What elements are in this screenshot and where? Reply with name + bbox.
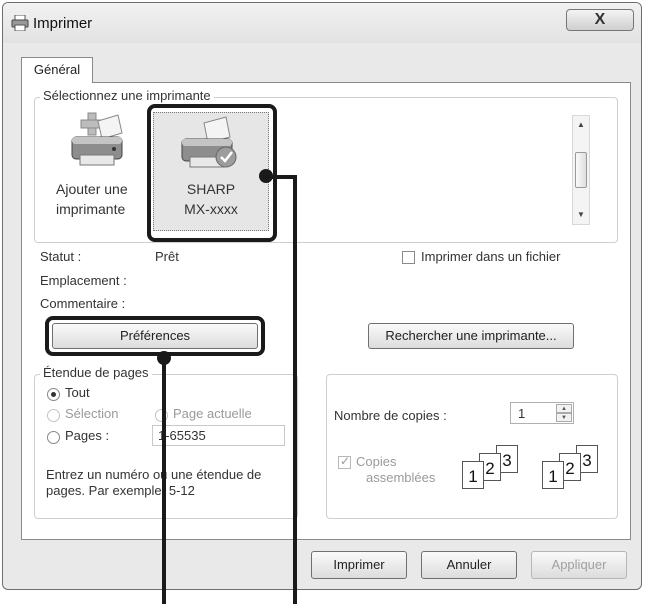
page-range-label: Étendue de pages bbox=[40, 365, 152, 380]
printer-callout-box bbox=[147, 104, 277, 242]
collate-checkbox[interactable]: ✓ bbox=[338, 454, 351, 469]
title-bar: Imprimer X bbox=[3, 3, 641, 43]
add-printer-icon bbox=[64, 111, 128, 176]
collate-label-1: Copies bbox=[356, 454, 397, 469]
radio-all-label: Tout bbox=[65, 385, 90, 400]
printer-callout-dot bbox=[259, 169, 273, 183]
radio-selection-label: Sélection bbox=[65, 406, 119, 421]
checkmark-icon: ✓ bbox=[340, 454, 351, 468]
page-glyph: 1 bbox=[542, 461, 564, 489]
collate-label-2: assemblées bbox=[366, 470, 436, 485]
printer-group-label: Sélectionnez une imprimante bbox=[40, 88, 214, 103]
printer-list-scrollbar[interactable]: ▲ ▼ bbox=[572, 115, 590, 225]
page-glyph: 1 bbox=[462, 461, 484, 489]
print-to-file-checkbox[interactable] bbox=[402, 251, 415, 264]
scroll-up-arrow-icon[interactable]: ▲ bbox=[577, 120, 585, 129]
close-button[interactable]: X bbox=[566, 9, 634, 31]
radio-current-page-label: Page actuelle bbox=[173, 406, 252, 421]
copies-count-spinner[interactable]: 1 ▲ ▼ bbox=[510, 402, 574, 424]
status-value: Prêt bbox=[155, 249, 179, 264]
tab-general[interactable]: Général bbox=[21, 57, 93, 83]
copies-count-value: 1 bbox=[518, 406, 526, 421]
tab-panel: Sélectionnez une imprimante Ajouter une bbox=[21, 82, 631, 540]
add-printer-label-2: imprimante bbox=[56, 201, 126, 217]
radio-selection[interactable] bbox=[47, 409, 60, 422]
spin-down-arrow-icon[interactable]: ▼ bbox=[556, 413, 572, 422]
scroll-thumb[interactable] bbox=[575, 152, 587, 188]
add-printer-item[interactable]: Ajouter une imprimante bbox=[40, 111, 148, 233]
collated-pages-icon: 3 2 1 bbox=[542, 445, 612, 489]
page-range-hint: Entrez un numéro ou une étendue de pages… bbox=[46, 467, 262, 498]
add-printer-label-1: Ajouter une bbox=[56, 181, 128, 197]
pages-input[interactable]: 1-65535 bbox=[152, 425, 285, 446]
radio-all[interactable] bbox=[47, 388, 60, 401]
apply-button[interactable]: Appliquer bbox=[531, 551, 627, 579]
preferences-callout-dot bbox=[157, 351, 171, 365]
printer-callout-line bbox=[293, 175, 297, 604]
location-label: Emplacement : bbox=[40, 273, 127, 288]
scroll-down-arrow-icon[interactable]: ▼ bbox=[577, 210, 585, 219]
print-to-file-label: Imprimer dans un fichier bbox=[421, 249, 561, 264]
copies-count-label: Nombre de copies : bbox=[334, 408, 447, 423]
preferences-callout-line bbox=[162, 356, 166, 604]
spin-up-arrow-icon[interactable]: ▲ bbox=[556, 404, 572, 413]
collated-pages-icon: 3 2 1 bbox=[462, 445, 532, 489]
radio-pages[interactable] bbox=[47, 431, 60, 444]
print-dialog: Imprimer X Général Sélectionnez une impr… bbox=[2, 2, 642, 590]
find-printer-button[interactable]: Rechercher une imprimante... bbox=[368, 323, 574, 349]
print-button[interactable]: Imprimer bbox=[311, 551, 407, 579]
window-title: Imprimer bbox=[33, 15, 93, 32]
status-label: Statut : bbox=[40, 249, 82, 264]
preferences-callout-box bbox=[45, 316, 265, 356]
printer-icon bbox=[11, 14, 29, 36]
cancel-button[interactable]: Annuler bbox=[421, 551, 517, 579]
dialog-body: Général Sélectionnez une imprimante Ajou… bbox=[9, 43, 635, 585]
comment-label: Commentaire : bbox=[40, 296, 126, 311]
radio-pages-label: Pages : bbox=[65, 428, 110, 443]
